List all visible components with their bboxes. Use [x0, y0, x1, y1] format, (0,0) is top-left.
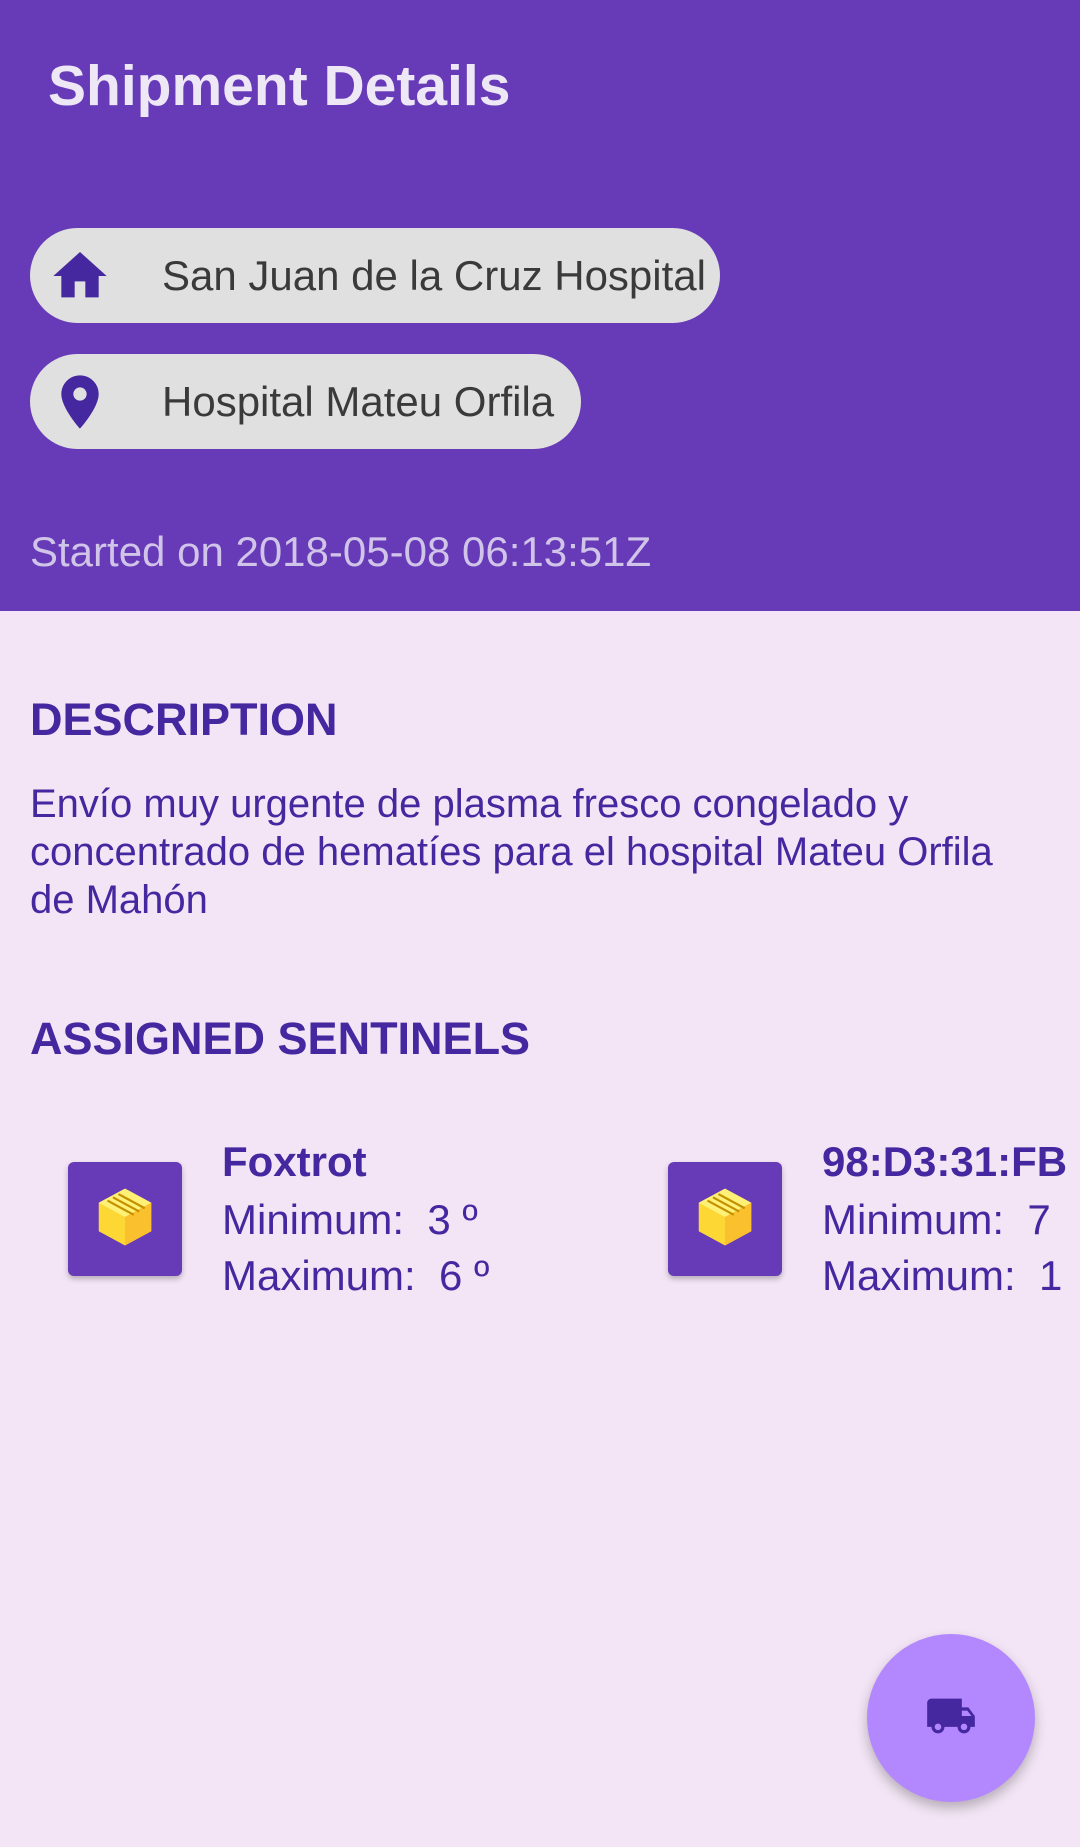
maximum-label: Maximum:	[822, 1252, 1016, 1299]
sentinel-name: 98:D3:31:FB	[822, 1138, 1068, 1185]
assigned-sentinels-heading: ASSIGNED SENTINELS	[30, 1013, 531, 1064]
destination-label: Hospital Mateu Orfila	[162, 377, 555, 425]
minimum-value: 7	[1027, 1196, 1051, 1243]
sentinel-avatar	[68, 1162, 182, 1276]
description-heading: DESCRIPTION	[30, 694, 338, 745]
page-title: Shipment Details	[48, 54, 511, 118]
package-box-icon	[90, 1182, 160, 1257]
sentinel-minimum: Minimum: 7	[822, 1196, 1051, 1244]
maximum-label: Maximum:	[222, 1252, 416, 1299]
app-header: Shipment Details San Juan de la Cruz Hos…	[0, 0, 1080, 611]
sentinel-name: Foxtrot	[222, 1138, 367, 1185]
home-icon	[48, 244, 112, 308]
sentinel-minimum: Minimum: 3 º	[222, 1196, 478, 1244]
location-pin-icon	[48, 370, 112, 434]
sentinel-maximum: Maximum: 1	[822, 1252, 1062, 1300]
sentinels-list[interactable]: Foxtrot Minimum: 3 º Maximum: 6 º 98:D3:…	[0, 1130, 1080, 1320]
minimum-label: Minimum:	[822, 1196, 1005, 1243]
truck-icon	[925, 1690, 977, 1747]
description-text: Envío muy urgente de plasma fresco conge…	[30, 782, 993, 922]
origin-chip[interactable]: San Juan de la Cruz Hospital	[30, 228, 720, 323]
origin-label: San Juan de la Cruz Hospital	[162, 251, 706, 299]
maximum-value: 1	[1039, 1252, 1063, 1299]
minimum-value: 3 º	[427, 1196, 478, 1243]
destination-chip[interactable]: Hospital Mateu Orfila	[30, 354, 581, 449]
sentinel-maximum: Maximum: 6 º	[222, 1252, 489, 1300]
package-box-icon	[690, 1182, 760, 1257]
minimum-label: Minimum:	[222, 1196, 405, 1243]
started-timestamp: Started on 2018-05-08 06:13:51Z	[30, 528, 652, 575]
maximum-value: 6 º	[439, 1252, 490, 1299]
sentinel-avatar	[668, 1162, 782, 1276]
truck-fab-button[interactable]	[867, 1634, 1035, 1802]
